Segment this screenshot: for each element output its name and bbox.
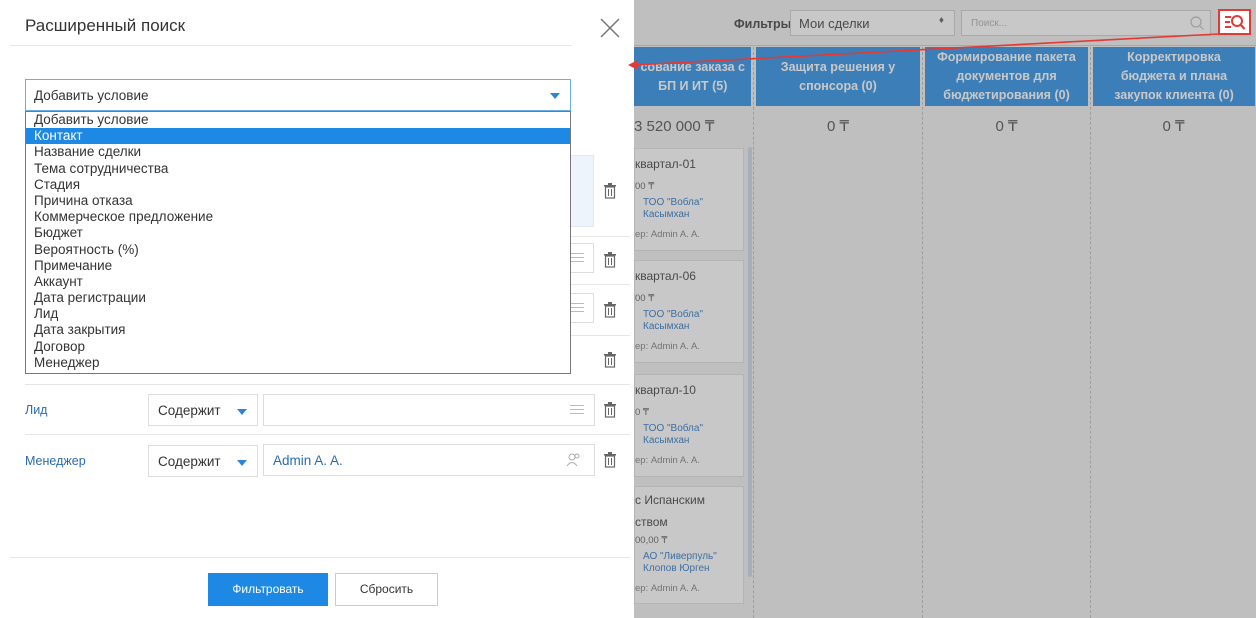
filter-value-input[interactable] xyxy=(263,394,595,426)
advanced-search-dialog: Расширенный поиск Добавить условие Добав… xyxy=(0,0,634,618)
users-icon[interactable] xyxy=(566,453,581,467)
condition-option[interactable]: Примечание xyxy=(26,258,570,274)
annotation-arrow xyxy=(628,33,1219,70)
caret-down-icon xyxy=(550,93,560,99)
deal-manager: ер: Admin A. A. xyxy=(635,341,700,352)
advanced-search-icon xyxy=(1225,15,1246,30)
condition-option[interactable]: Аккаунт xyxy=(26,274,570,290)
deal-amount: 00 ₸ xyxy=(635,181,655,192)
stage-column: Формирование пакета документов для бюдже… xyxy=(923,47,1091,618)
deal-card[interactable]: квартал-06 00 ₸ ТОО "Вобла" Касымхан ер:… xyxy=(634,260,744,363)
deal-title: квартал-01 xyxy=(635,157,696,171)
deal-title: с Испанским ством xyxy=(635,493,705,529)
filter-value-text: Admin A. A. xyxy=(273,453,343,468)
stage-column: сование заказа с БП И ИТ (5) 3 520 000 ₸… xyxy=(634,47,754,618)
condition-option[interactable]: Бюджет xyxy=(26,225,570,241)
condition-option[interactable]: Вероятность (%) xyxy=(26,242,570,258)
row-separator xyxy=(25,434,630,435)
deal-title: квартал-10 xyxy=(635,383,696,397)
stage-column: Корректировка бюджета и плана закупок кл… xyxy=(1091,47,1256,618)
condition-option[interactable]: Дата регистрации xyxy=(26,290,570,306)
add-condition-dropdown[interactable]: Добавить условие Контакт Название сделки… xyxy=(25,111,571,374)
add-condition-value: Добавить условие xyxy=(34,88,149,103)
deal-card[interactable]: с Испанским ством 00,00 ₸ АО "Ливерпуль"… xyxy=(634,486,744,604)
deal-amount: 0 ₸ xyxy=(635,407,649,418)
deal-company-link[interactable]: ТОО "Вобла" xyxy=(643,423,703,435)
caret-down-icon xyxy=(237,460,247,466)
row-separator xyxy=(25,384,630,385)
operator-select[interactable]: Содержит xyxy=(148,445,258,477)
operator-value: Содержит xyxy=(158,454,221,469)
footer-divider xyxy=(10,557,630,558)
deal-manager: ер: Admin A. A. xyxy=(635,455,700,466)
header-divider xyxy=(10,45,572,46)
condition-option[interactable]: Дата закрытия xyxy=(26,322,570,338)
deal-card[interactable]: квартал-10 0 ₸ ТОО "Вобла" Касымхан ер: … xyxy=(634,374,744,477)
filter-label-lead: Лид xyxy=(25,403,48,417)
deal-manager: ер: Admin A. A. xyxy=(635,583,700,594)
condition-option-selected[interactable]: Контакт xyxy=(26,128,570,145)
column-scrollbar[interactable] xyxy=(748,147,752,577)
deal-company-link[interactable]: АО "Ливерпуль" xyxy=(643,551,717,563)
add-condition-select[interactable]: Добавить условие xyxy=(25,79,571,111)
stage-sum: 3 520 000 ₸ xyxy=(634,118,715,135)
dialog-title: Расширенный поиск xyxy=(25,16,186,35)
deal-amount: 00,00 ₸ xyxy=(635,535,668,546)
deal-contact-link[interactable]: Касымхан xyxy=(643,435,689,447)
stage-sum: 0 ₸ xyxy=(995,118,1018,135)
trash-icon[interactable] xyxy=(603,302,617,318)
filter-value-input[interactable]: Admin A. A. xyxy=(263,444,595,476)
deal-company-link[interactable]: ТОО "Вобла" xyxy=(643,309,703,321)
condition-option[interactable]: Лид xyxy=(26,306,570,322)
trash-icon[interactable] xyxy=(603,183,617,199)
deal-title: квартал-06 xyxy=(635,269,696,283)
deal-contact-link[interactable]: Клопов Юрген xyxy=(643,563,710,575)
operator-select[interactable]: Содержит xyxy=(148,394,258,426)
stage-sum: 0 ₸ xyxy=(826,118,850,135)
condition-option[interactable]: Менеджер xyxy=(26,355,570,371)
advanced-search-button[interactable] xyxy=(1218,9,1251,35)
condition-option[interactable]: Название сделки xyxy=(26,144,570,160)
list-icon[interactable] xyxy=(570,405,584,415)
deal-contact-link[interactable]: Касымхан xyxy=(643,321,689,333)
deal-contact-link[interactable]: Касымхан xyxy=(643,209,689,221)
deal-card[interactable]: квартал-01 00 ₸ ТОО "Вобла" Касымхан ер:… xyxy=(634,148,744,251)
filter-button[interactable]: Фильтровать xyxy=(208,573,328,606)
filter-label-manager: Менеджер xyxy=(25,454,86,468)
deal-manager: ер: Admin A. A. xyxy=(635,229,700,240)
trash-icon[interactable] xyxy=(603,402,617,418)
trash-icon[interactable] xyxy=(603,352,617,368)
list-icon[interactable] xyxy=(570,253,584,263)
condition-option[interactable]: Добавить условие xyxy=(26,112,570,128)
condition-option[interactable]: Коммерческое предложение xyxy=(26,209,570,225)
trash-icon[interactable] xyxy=(603,252,617,268)
stage-sum: 0 ₸ xyxy=(1162,118,1185,135)
condition-option[interactable]: Стадия xyxy=(26,177,570,193)
condition-option[interactable]: Причина отказа xyxy=(26,193,570,209)
condition-option[interactable]: Тема сотрудничества xyxy=(26,161,570,177)
reset-button[interactable]: Сбросить xyxy=(335,573,438,606)
close-icon[interactable] xyxy=(598,16,622,40)
deal-company-link[interactable]: ТОО "Вобла" xyxy=(643,197,703,209)
operator-value: Содержит xyxy=(158,403,221,418)
deals-board: Фильтры: Мои сделки ♦ Поиск... сование з… xyxy=(634,0,1256,618)
list-icon[interactable] xyxy=(570,303,584,313)
stage-column: Защита решения у спонсора (0) 0 ₸ xyxy=(754,47,923,618)
deal-amount: 00 ₸ xyxy=(635,293,655,304)
caret-down-icon xyxy=(237,409,247,415)
trash-icon[interactable] xyxy=(603,452,617,468)
condition-option[interactable]: Договор xyxy=(26,339,570,355)
